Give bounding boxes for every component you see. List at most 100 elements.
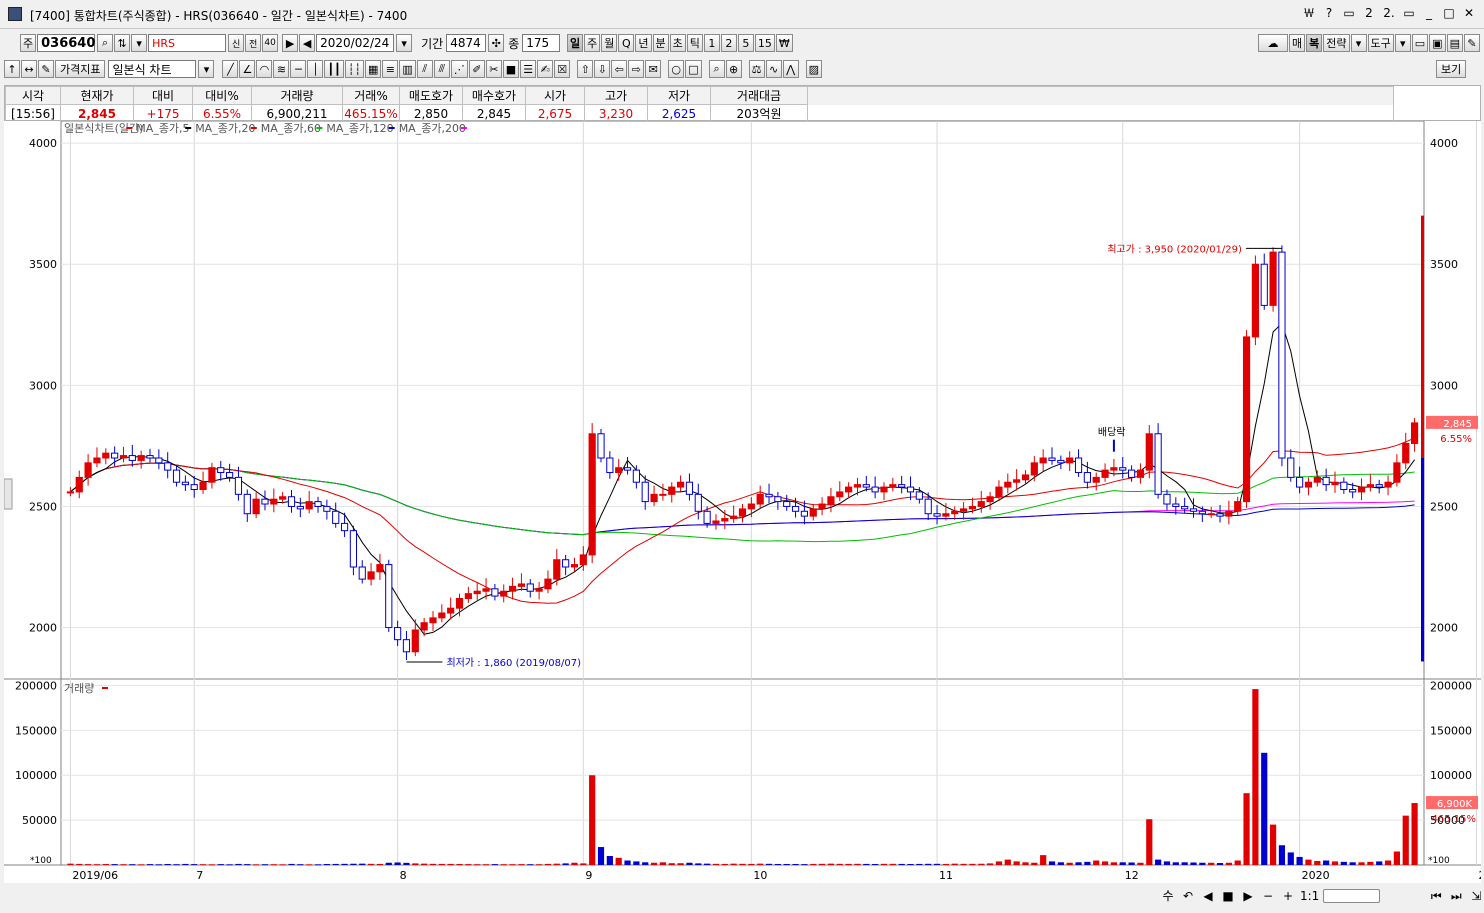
note-icon[interactable]: ☰: [520, 60, 537, 78]
link2-icon[interactable]: 2.: [1382, 4, 1396, 22]
compare-icon[interactable]: ⚖: [748, 60, 765, 78]
parallel-icon[interactable]: ⫻: [433, 60, 450, 78]
interval-month[interactable]: 월: [601, 34, 618, 52]
channel-icon[interactable]: ⫽: [416, 60, 433, 78]
interval-day[interactable]: 일: [567, 34, 584, 52]
interval-year[interactable]: 년: [635, 34, 652, 52]
count-input[interactable]: 175: [522, 34, 561, 52]
tools-button[interactable]: 도구: [1367, 34, 1394, 52]
interval-2[interactable]: 2: [720, 34, 737, 52]
chart-type-dropdown-icon[interactable]: ▾: [198, 60, 215, 78]
strategy-dropdown-icon[interactable]: ▾: [1350, 34, 1367, 52]
arc-icon[interactable]: ◠: [256, 60, 273, 78]
up-arrow-icon[interactable]: ↑: [4, 60, 20, 78]
link-icon[interactable]: 2: [1362, 4, 1376, 22]
won-icon[interactable]: ￦: [1302, 4, 1316, 22]
interval-5[interactable]: 5: [737, 34, 754, 52]
tag-40[interactable]: 40: [262, 34, 279, 52]
resize-grip-icon[interactable]: ⇲: [1468, 887, 1484, 905]
scrollbar-track[interactable]: [1384, 887, 1424, 905]
settings-icon[interactable]: ✎: [1463, 34, 1480, 52]
minimize-icon[interactable]: _: [1422, 4, 1436, 22]
screen-icon[interactable]: ▭: [1342, 4, 1356, 22]
ratio-icon[interactable]: 1:1: [1300, 887, 1319, 905]
memo-icon[interactable]: ✍: [537, 60, 554, 78]
vline-icon[interactable]: │: [307, 60, 324, 78]
cloud-icon[interactable]: ☁: [1258, 34, 1288, 52]
search-icon[interactable]: ⌕: [97, 34, 114, 52]
single-button[interactable]: 매: [1289, 34, 1306, 52]
indicator-button[interactable]: 가격지표: [55, 60, 106, 78]
zoom-icon[interactable]: ⌕: [708, 60, 725, 78]
tag-all[interactable]: 전: [245, 34, 262, 52]
tools-dropdown-icon[interactable]: ▾: [1394, 34, 1411, 52]
angle-icon[interactable]: ∠: [239, 60, 256, 78]
zoom-out-icon[interactable]: −: [1260, 887, 1276, 905]
date-input[interactable]: 2020/02/24: [316, 34, 395, 52]
hline-icon[interactable]: ─: [290, 60, 307, 78]
circle-icon[interactable]: ○: [668, 60, 685, 78]
scroll-first-icon[interactable]: 수: [1160, 887, 1176, 905]
zoom-area-icon[interactable]: ⊕: [725, 60, 742, 78]
period-input[interactable]: 4874: [446, 34, 487, 52]
date-dropdown-icon[interactable]: ▾: [396, 34, 413, 52]
columns-icon[interactable]: ▥: [399, 60, 416, 78]
play-icon[interactable]: ▶: [1240, 887, 1256, 905]
fan-icon[interactable]: ≋: [273, 60, 290, 78]
tag-new[interactable]: 신: [228, 34, 245, 52]
print-icon[interactable]: ▤: [1446, 34, 1463, 52]
expand-icon[interactable]: ↔: [21, 60, 37, 78]
maximize-icon[interactable]: □: [1442, 4, 1456, 22]
restore-icon[interactable]: ▭: [1402, 4, 1416, 22]
pen-icon[interactable]: ✐: [468, 60, 485, 78]
scrollbar-thumb[interactable]: [1323, 889, 1381, 903]
chart-type-select[interactable]: 일본식 차트: [108, 60, 197, 78]
interval-15[interactable]: 15: [754, 34, 775, 52]
edit-icon[interactable]: ✎: [38, 60, 54, 78]
scroll-back-icon[interactable]: ↶: [1180, 887, 1196, 905]
multi-button[interactable]: 복: [1306, 34, 1323, 52]
market-button[interactable]: 주: [20, 34, 37, 52]
arrow-right-icon[interactable]: ⇨: [628, 60, 645, 78]
close-icon[interactable]: ✕: [1462, 4, 1476, 22]
stop-icon[interactable]: ■: [1220, 887, 1236, 905]
callout-icon[interactable]: ✉: [645, 60, 662, 78]
interval-quarter[interactable]: Q: [618, 34, 635, 52]
wave-icon[interactable]: ∿: [765, 60, 782, 78]
interval-tick[interactable]: 틱: [686, 34, 703, 52]
interval-minute[interactable]: 분: [652, 34, 669, 52]
vlines-icon[interactable]: ┃┃: [324, 60, 344, 78]
zigzag-icon[interactable]: ⋀: [782, 60, 799, 78]
scroll-end-icon[interactable]: ⏮: [1428, 887, 1444, 905]
sort-icon[interactable]: ⇅: [114, 34, 131, 52]
save-icon[interactable]: ▣: [1429, 34, 1446, 52]
help-icon[interactable]: ?: [1322, 4, 1336, 22]
folder-icon[interactable]: ▭: [1411, 34, 1429, 52]
crosshair-icon[interactable]: ✣: [488, 34, 505, 52]
arrow-down-icon[interactable]: ⇩: [594, 60, 611, 78]
interval-won[interactable]: ₩: [775, 34, 793, 52]
arrow-up-icon[interactable]: ⇧: [577, 60, 594, 78]
interval-week[interactable]: 주: [584, 34, 601, 52]
fib-icon[interactable]: ≡: [382, 60, 399, 78]
reset-icon[interactable]: ▨: [805, 60, 823, 78]
code-input[interactable]: 036640: [37, 34, 95, 52]
scroll-last-icon[interactable]: ⏭: [1448, 887, 1464, 905]
dropdown-icon[interactable]: ▾: [131, 34, 148, 52]
stock-chart[interactable]: 2019/06 7 8 9 10 11 12 2020 2 4000 4000 3500 3500 300…: [3, 120, 1484, 883]
interval-1[interactable]: 1: [703, 34, 720, 52]
box-icon[interactable]: ☒: [554, 60, 571, 78]
chart-area[interactable]: 2019/06 7 8 9 10 11 12 2020 2 4000 4000 3500 3500 300…: [3, 120, 1484, 883]
interval-second[interactable]: 초: [669, 34, 686, 52]
cycle-icon[interactable]: ┆┆: [344, 60, 364, 78]
next-icon[interactable]: ▶: [282, 34, 299, 52]
arrow-left-icon[interactable]: ⇦: [611, 60, 628, 78]
rectangle-icon[interactable]: □: [685, 60, 702, 78]
prev-icon[interactable]: ◀: [299, 34, 316, 52]
trendline-icon[interactable]: ╱: [222, 60, 239, 78]
view-button[interactable]: 보기: [1436, 60, 1467, 78]
zoom-in-icon[interactable]: +: [1280, 887, 1296, 905]
pitch-icon[interactable]: ⋰: [450, 60, 468, 78]
palette-icon[interactable]: ■: [502, 60, 520, 78]
eraser-icon[interactable]: ✂: [485, 60, 502, 78]
